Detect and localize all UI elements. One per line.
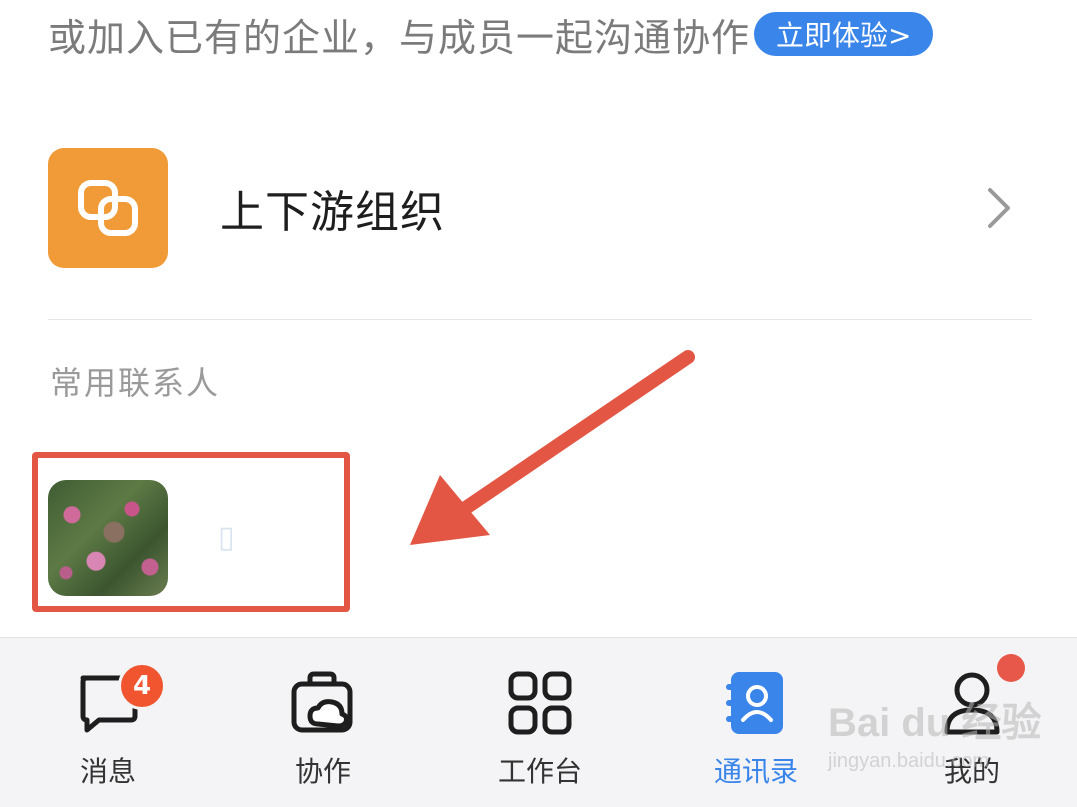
link-icon (48, 148, 168, 268)
chevron-right-icon (988, 188, 1010, 228)
grid-icon (505, 668, 575, 738)
tab-messages-label: 消息 (79, 755, 136, 788)
org-row-label: 上下游组织 (220, 187, 445, 238)
tab-workbench-label: 工作台 (497, 755, 582, 788)
join-enterprise-banner: 或加入已有的企业，与成员一起沟通协作 立即体验> (48, 6, 934, 62)
annotation-highlight-box (32, 452, 350, 612)
upstream-downstream-org-row[interactable]: 上下游组织 (48, 148, 1032, 268)
tab-workbench[interactable]: 工作台 (470, 668, 610, 794)
banner-text: 或加入已有的企业，与成员一起沟通协作 (48, 15, 751, 60)
annotation-arrow-icon (410, 350, 695, 545)
tab-collaboration-label: 协作 (294, 755, 351, 788)
contacts-book-icon (721, 668, 791, 738)
baidu-jingyan-watermark: Bai du 经验 jingyan.baidu.com (828, 690, 1042, 790)
tab-contacts-label: 通讯录 (713, 755, 798, 788)
messages-unread-badge: 4 (118, 662, 166, 710)
contacts-page: 或加入已有的企业，与成员一起沟通协作 立即体验> 上下游组织 常用联系人 ▯ 消… (0, 0, 1077, 807)
watermark-line2: jingyan.baidu.com (828, 750, 990, 772)
try-now-button[interactable]: 立即体验> (754, 12, 934, 56)
tab-collaboration[interactable]: 协作 (253, 668, 393, 794)
me-notification-dot (997, 654, 1025, 682)
cloud-briefcase-icon (288, 668, 358, 738)
tab-contacts[interactable]: 通讯录 (686, 668, 826, 794)
divider (48, 319, 1032, 320)
frequent-contacts-title: 常用联系人 (50, 364, 221, 402)
watermark-line1: Bai du 经验 (828, 701, 1042, 745)
